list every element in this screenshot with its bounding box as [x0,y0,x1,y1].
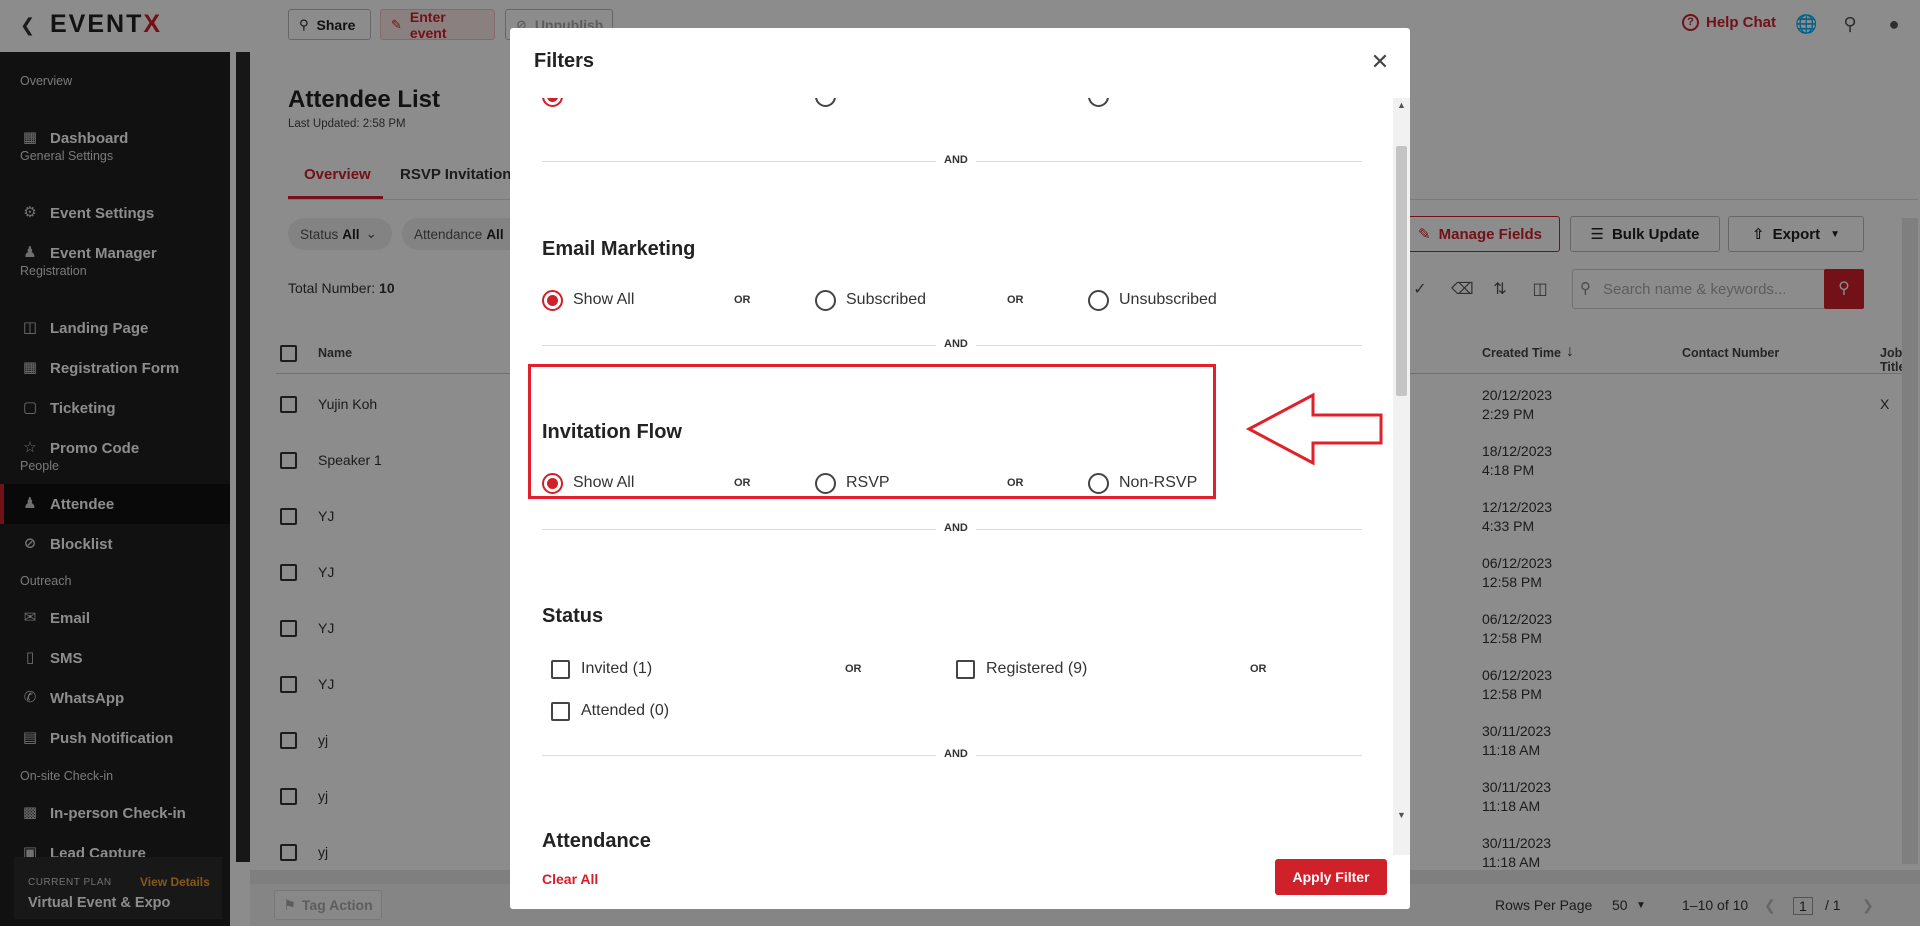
radio-email-subscribed[interactable] [815,290,836,311]
modal-title: Filters [534,50,595,72]
or-label: OR [1250,663,1267,675]
status-invited-label[interactable]: Invited (1) [581,660,652,678]
or-label: OR [1007,294,1024,306]
radio-previous-option-2[interactable] [815,98,836,107]
email-marketing-title: Email Marketing [542,238,696,260]
radio-previous-option-3[interactable] [1088,98,1109,107]
and-label: AND [936,522,976,534]
or-label: OR [734,294,751,306]
email-subscribed-label[interactable]: Subscribed [846,291,926,309]
clear-all-button[interactable]: Clear All [542,871,598,887]
or-label: OR [845,663,862,675]
modal-footer: Clear All Apply Filter [510,855,1410,909]
email-unsubscribed-label[interactable]: Unsubscribed [1119,291,1217,309]
email-show-all-label[interactable]: Show All [573,291,634,309]
scroll-down-arrow-icon[interactable]: ▼ [1396,810,1407,820]
modal-scrollbar-thumb[interactable] [1396,146,1407,396]
attendance-title: Attendance [542,830,651,852]
radio-email-show-all[interactable] [542,290,563,311]
and-label: AND [936,338,976,350]
radio-previous-show-all[interactable] [542,98,563,107]
and-label: AND [936,748,976,760]
status-registered-label[interactable]: Registered (9) [986,660,1087,678]
radio-email-unsubscribed[interactable] [1088,290,1109,311]
left-arrow-annotation-icon [1245,392,1383,466]
close-icon[interactable]: ✕ [1368,50,1392,74]
highlight-annotation-box [528,364,1216,499]
checkbox-status-registered[interactable] [956,660,975,679]
and-label: AND [936,154,976,166]
checkbox-status-invited[interactable] [551,660,570,679]
checkbox-status-attended[interactable] [551,702,570,721]
apply-filter-button[interactable]: Apply Filter [1275,859,1387,895]
status-title: Status [542,605,604,627]
status-attended-label[interactable]: Attended (0) [581,702,669,720]
scroll-up-arrow-icon[interactable]: ▲ [1396,100,1407,110]
